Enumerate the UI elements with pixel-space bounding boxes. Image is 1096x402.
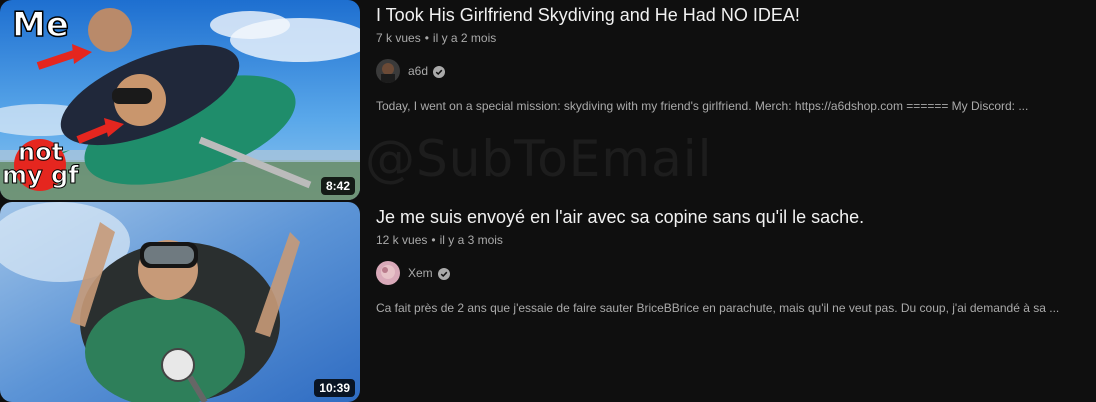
meta-separator: • <box>431 233 436 247</box>
video-title[interactable]: I Took His Girlfriend Skydiving and He H… <box>376 2 1076 28</box>
thumbnail-image: Me not my gf <box>0 0 360 200</box>
channel-avatar[interactable] <box>376 261 400 285</box>
video-meta: 7 k vues • il y a 2 mois <box>376 31 1076 45</box>
video-thumbnail[interactable]: Me not my gf 8:42 <box>0 0 360 200</box>
video-meta: 12 k vues • il y a 3 mois <box>376 233 1076 247</box>
video-thumbnail[interactable]: 10:39 <box>0 202 360 402</box>
view-count: 12 k vues <box>376 233 428 247</box>
channel-name[interactable]: Xem <box>408 266 433 280</box>
video-result[interactable]: Me not my gf 8:42 I Took His Girlfriend … <box>0 0 1096 200</box>
video-description: Today, I went on a special mission: skyd… <box>376 99 1029 113</box>
video-info: I Took His Girlfriend Skydiving and He H… <box>376 0 1076 113</box>
channel-avatar[interactable] <box>376 59 400 83</box>
upload-age: il y a 2 mois <box>432 31 497 45</box>
verified-check-icon <box>433 65 446 78</box>
channel-link[interactable]: Xem <box>376 261 1076 285</box>
channel-name[interactable]: a6d <box>408 64 428 78</box>
verified-check-icon <box>437 267 450 280</box>
video-info: Je me suis envoyé en l'air avec sa copin… <box>376 202 1076 315</box>
video-result[interactable]: 10:39 Je me suis envoyé en l'air avec sa… <box>0 202 1096 402</box>
thumbnail-caption-my-gf: my gf <box>2 161 79 189</box>
video-title[interactable]: Je me suis envoyé en l'air avec sa copin… <box>376 204 1076 230</box>
meta-separator: • <box>424 31 429 45</box>
view-count: 7 k vues <box>376 31 421 45</box>
thumbnail-image <box>0 202 360 402</box>
thumbnail-caption-me: Me <box>12 5 69 45</box>
upload-age: il y a 3 mois <box>439 233 503 247</box>
duration-badge: 10:39 <box>314 379 355 397</box>
channel-link[interactable]: a6d <box>376 59 1076 83</box>
duration-badge: 8:42 <box>320 177 355 195</box>
video-description: Ca fait près de 2 ans que j'essaie de fa… <box>376 301 1060 315</box>
